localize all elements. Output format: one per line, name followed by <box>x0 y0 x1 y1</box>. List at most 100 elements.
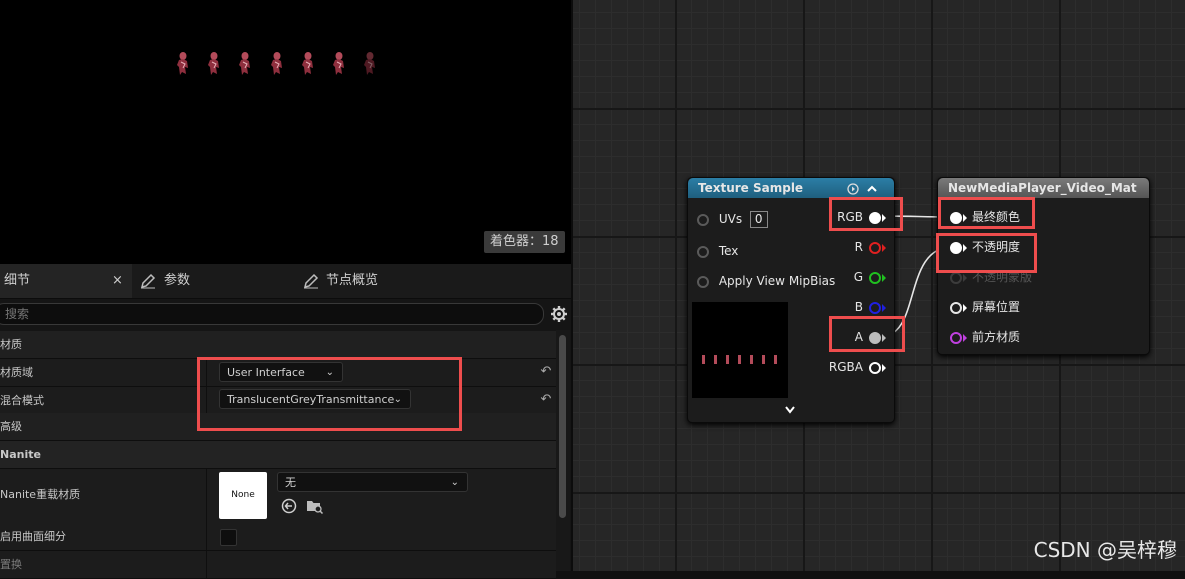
reset-to-default-icon[interactable]: ↶ <box>538 392 554 408</box>
tab-node-overview-label: 节点概览 <box>326 273 379 288</box>
nanite-override-value: 无 <box>285 476 296 489</box>
pin-circle-icon[interactable] <box>697 275 709 288</box>
details-tab-bar: 细节 × 参数 节点概览 <box>0 264 571 299</box>
highlight-box <box>936 233 1037 273</box>
sprite-frame <box>362 50 378 76</box>
texture-sample-header[interactable]: Texture Sample <box>688 178 894 198</box>
pin-circle-icon[interactable] <box>950 271 962 284</box>
watermark: CSDN @吴梓穆 <box>1033 538 1177 562</box>
pin-circle-icon[interactable] <box>950 331 962 344</box>
thumbnail-sprite-strip <box>702 355 777 364</box>
asset-thumbnail-label: None <box>231 490 255 500</box>
pin-circle-icon[interactable] <box>869 301 881 314</box>
highlight-box <box>197 357 462 431</box>
input-uvs-label: UVs <box>718 212 743 226</box>
output-r-label: R <box>854 240 863 254</box>
material-preview-viewport[interactable]: 着色器：18 <box>0 0 571 264</box>
pin-circle-icon[interactable] <box>950 301 962 314</box>
uvs-value-field[interactable]: 0 <box>749 211 768 228</box>
material-input-label: 屏幕位置 <box>972 300 1021 314</box>
output-pin-rgba[interactable]: RGBA <box>829 357 886 377</box>
pin-arrow-icon <box>882 243 886 252</box>
input-pin-uvs[interactable]: UVs 0 <box>697 209 768 229</box>
pin-circle-icon[interactable] <box>869 271 881 284</box>
pin-arrow-icon <box>963 333 967 342</box>
thumbnail-sprite <box>702 355 705 364</box>
expand-chevron-icon[interactable] <box>784 404 796 418</box>
material-input-label: 前方材质 <box>972 330 1021 344</box>
column-divider[interactable] <box>206 551 207 578</box>
sprite-frame <box>237 50 253 76</box>
pin-arrow-icon <box>882 273 886 282</box>
tab-node-overview[interactable]: 节点概览 <box>303 264 483 298</box>
input-pin-mipbias[interactable]: Apply View MipBias <box>697 271 835 291</box>
scrollbar-thumb[interactable] <box>559 335 566 518</box>
output-rgba-label: RGBA <box>828 360 863 374</box>
material-input-pin[interactable]: 屏幕位置 <box>950 297 1020 317</box>
thumbnail-sprite <box>738 355 741 364</box>
thumbnail-sprite <box>714 355 717 364</box>
pin-circle-icon[interactable] <box>869 361 881 374</box>
material-domain-label: 材质域 <box>0 366 33 379</box>
chevron-down-icon: ⌄ <box>450 477 459 488</box>
pin-circle-icon[interactable] <box>697 245 709 258</box>
settings-gear-icon[interactable] <box>550 305 568 326</box>
close-icon[interactable]: × <box>112 264 123 298</box>
pencil-icon <box>140 264 156 298</box>
tab-parameters-label: 参数 <box>164 273 191 288</box>
output-g-label: G <box>853 270 863 284</box>
material-graph[interactable]: Texture Sample UVs 0 Tex Apply View MipB… <box>573 0 1185 571</box>
thumbnail-sprite <box>726 355 729 364</box>
thumbnail-sprite <box>762 355 765 364</box>
column-divider[interactable] <box>206 469 207 523</box>
pin-arrow-icon <box>963 273 967 282</box>
pin-arrow-icon <box>882 363 886 372</box>
sprite-frame <box>300 50 316 76</box>
sprite-frame <box>331 50 347 76</box>
browse-folder-icon[interactable] <box>306 498 324 517</box>
sprite-frame <box>206 50 222 76</box>
tab-details-label: 细节 <box>4 273 31 288</box>
output-pin-b[interactable]: B <box>855 297 886 317</box>
pencil-icon <box>303 264 319 298</box>
pin-arrow-icon <box>963 303 967 312</box>
asset-thumbnail[interactable]: None <box>219 472 267 519</box>
pin-circle-icon[interactable] <box>869 241 881 254</box>
pin-circle-icon[interactable] <box>697 213 709 226</box>
tab-details[interactable]: 细节 × <box>0 264 132 298</box>
texture-sample-title: Texture Sample <box>698 181 804 195</box>
thumbnail-sprite <box>774 355 777 364</box>
reset-to-default-icon[interactable]: ↶ <box>538 364 554 380</box>
tab-parameters[interactable]: 参数 <box>140 264 290 298</box>
nanite-override-dropdown[interactable]: 无 ⌄ <box>277 472 468 492</box>
displacement-row: 置换 <box>0 551 556 579</box>
advanced-label: 高级 <box>0 420 22 433</box>
highlight-box <box>829 197 903 231</box>
output-pin-r[interactable]: R <box>855 237 886 257</box>
output-b-label: B <box>854 300 863 314</box>
input-pin-tex[interactable]: Tex <box>697 241 738 261</box>
category-material[interactable]: 材质 <box>0 331 556 359</box>
highlight-box <box>938 197 1035 229</box>
shader-count-badge: 着色器：18 <box>484 231 565 253</box>
search-box[interactable] <box>0 303 544 325</box>
material-output-header[interactable]: NewMediaPlayer_Video_Mat <box>938 178 1149 198</box>
blend-mode-label: 混合模式 <box>0 394 44 407</box>
input-tex-label: Tex <box>718 244 739 258</box>
tessellation-row: 启用曲面细分 <box>0 523 556 551</box>
material-output-title: NewMediaPlayer_Video_Mat <box>948 181 1137 195</box>
tessellation-checkbox[interactable] <box>220 529 237 546</box>
nanite-override-label: Nanite重载材质 <box>0 488 81 501</box>
pin-arrow-icon <box>882 303 886 312</box>
input-mipbias-label: Apply View MipBias <box>718 274 836 288</box>
sprite-frame <box>269 50 285 76</box>
category-nanite[interactable]: Nanite <box>0 441 556 469</box>
material-input-pin[interactable]: 前方材质 <box>950 327 1020 347</box>
use-selected-icon[interactable] <box>281 498 297 517</box>
output-pin-g[interactable]: G <box>854 267 886 287</box>
displacement-label: 置换 <box>0 558 22 571</box>
search-input[interactable] <box>0 304 505 324</box>
column-divider[interactable] <box>206 523 207 550</box>
category-nanite-label: Nanite <box>0 448 41 461</box>
texture-thumbnail <box>692 302 788 398</box>
